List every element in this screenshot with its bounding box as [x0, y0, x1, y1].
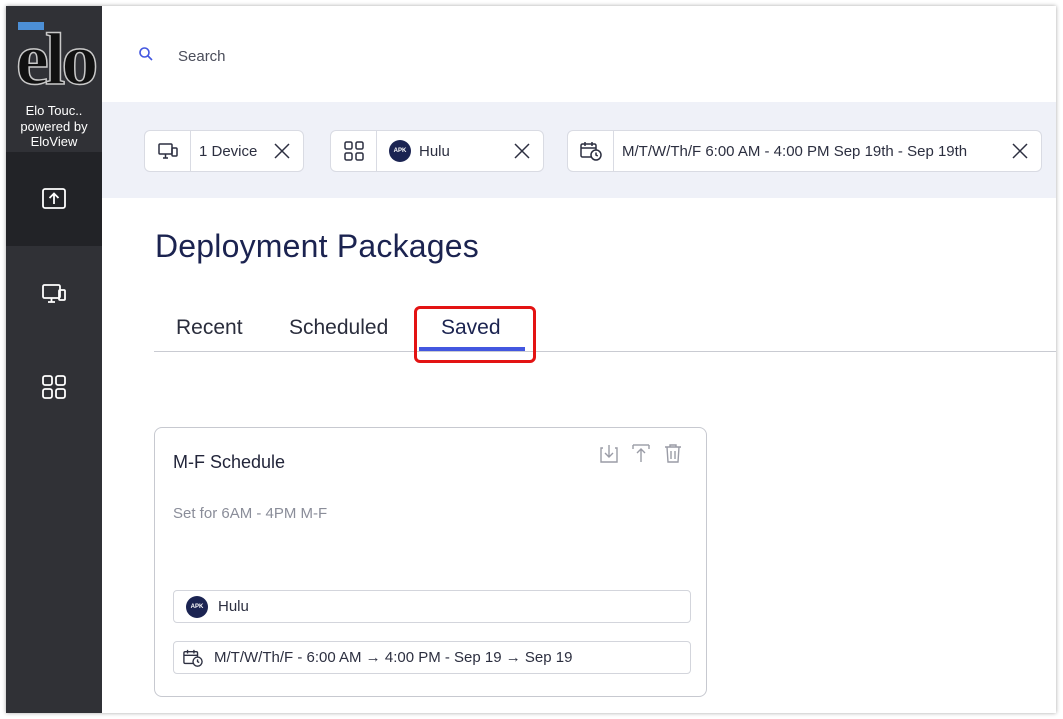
calendar-clock-icon — [183, 649, 203, 667]
upload-icon — [42, 188, 66, 209]
app-chip-label: Hulu — [419, 142, 450, 160]
page-title: Deployment Packages — [155, 228, 479, 264]
tab-scheduled[interactable]: Scheduled — [289, 316, 388, 340]
search-input[interactable] — [178, 44, 678, 68]
close-icon[interactable] — [1011, 142, 1029, 160]
apk-badge: APK — [186, 595, 208, 618]
devices-icon — [42, 284, 66, 303]
card-schedule-row: M/T/W/Th/F - 6:00 AM → 4:00 PM - Sep 19 … — [173, 641, 691, 674]
apps-grid-icon — [343, 141, 364, 161]
brand-name: Elo Touc.. — [25, 103, 83, 118]
brand-label: Elo Touc.. powered by EloView — [6, 102, 102, 149]
sidebar-item-deploy[interactable] — [6, 152, 102, 246]
tab-recent[interactable]: Recent — [176, 316, 243, 340]
logo-text: elo — [15, 18, 99, 102]
card-description: Set for 6AM - 4PM M-F — [173, 505, 328, 522]
deploy-icon[interactable] — [630, 442, 652, 464]
tab-bar: Recent Scheduled Saved — [154, 306, 1056, 352]
card-app-name: Hulu — [218, 598, 249, 615]
search-icon — [139, 47, 153, 61]
sidebar-item-devices[interactable] — [6, 246, 102, 340]
top-search-bar — [102, 6, 1056, 102]
card-schedule-text: M/T/W/Th/F - 6:00 AM → 4:00 PM - Sep 19 … — [214, 649, 573, 666]
device-filter-chip[interactable]: 1 Device — [144, 130, 304, 172]
card-title: M-F Schedule — [173, 452, 286, 472]
apps-grid-icon — [42, 375, 66, 399]
brand-powered-by: powered by — [20, 119, 88, 134]
elo-logo: elo — [14, 18, 99, 102]
app-filter-chip[interactable]: APK Hulu — [330, 130, 544, 172]
sidebar: elo Elo Touc.. powered by EloView — [6, 6, 102, 713]
filter-strip: 1 Device APK Hulu M/T/W/Th/F 6:00 AM - 4… — [102, 102, 1056, 198]
sidebar-item-apps[interactable] — [6, 340, 102, 434]
apk-badge: APK — [389, 140, 411, 162]
card-actions — [598, 442, 684, 464]
schedule-chip-label: M/T/W/Th/F 6:00 AM - 4:00 PM Sep 19th - … — [622, 142, 968, 160]
close-icon[interactable] — [513, 142, 531, 160]
calendar-clock-icon — [579, 142, 602, 161]
device-chip-label: 1 Device — [199, 142, 258, 160]
brand-eloview: EloView — [30, 134, 78, 149]
close-icon[interactable] — [273, 142, 291, 160]
annotation-highlight-box — [414, 306, 536, 363]
download-icon[interactable] — [598, 442, 620, 464]
app-window: elo Elo Touc.. powered by EloView Search… — [6, 6, 1056, 713]
trash-icon[interactable] — [662, 442, 684, 464]
card-app-row: APK Hulu — [173, 590, 691, 623]
saved-package-card[interactable]: M-F Schedule Set for 6AM - 4PM M-F APK H… — [154, 427, 707, 697]
schedule-filter-chip[interactable]: M/T/W/Th/F 6:00 AM - 4:00 PM Sep 19th - … — [567, 130, 1042, 172]
devices-icon — [157, 143, 178, 159]
